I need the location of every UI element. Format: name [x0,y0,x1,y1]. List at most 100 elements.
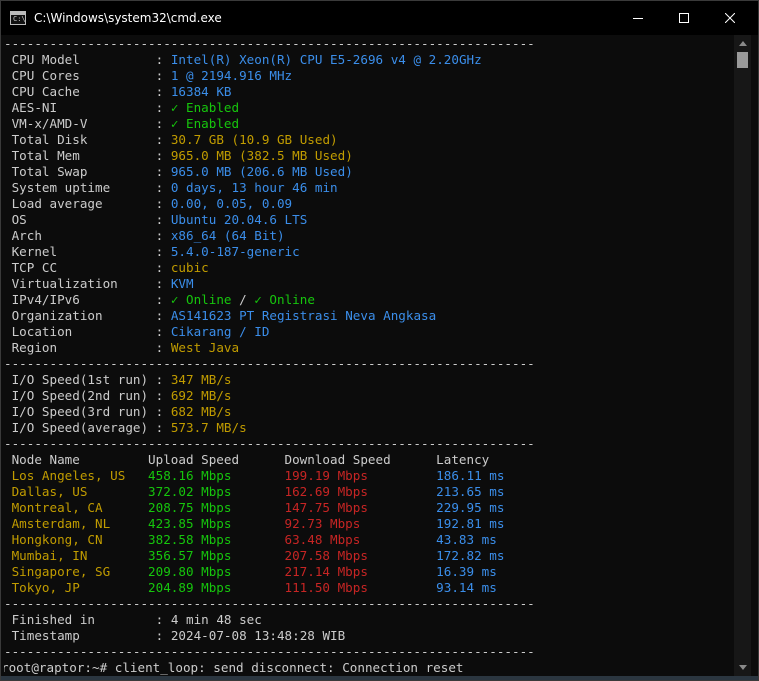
io-label: I/O Speed(1st run) [4,372,156,387]
field-colon: : [155,84,171,99]
shell-prompt: root@raptor:~# [4,660,115,675]
field-separator: / [231,292,255,307]
minimize-button[interactable] [615,1,661,35]
field-value: Cikarang / ID [170,324,270,339]
field-label: AES-NI [4,100,156,115]
upload-speed: 423.85 Mbps [148,516,232,531]
maximize-button[interactable] [661,1,707,35]
sysinfo-row: TCP CC : cubic [4,260,209,276]
header-latency: Latency [436,452,490,467]
io-value: 347 MB/s [170,372,232,387]
cmd-app-icon[interactable]: C:\ [10,11,26,25]
field-value: 965.0 MB (382.5 MB Used) [170,148,353,163]
header-node-name: Node Name [4,452,80,467]
latency: 172.82 ms [436,548,505,563]
sysinfo-row: IPv4/IPv6 : ✓ Online / ✓ Online [4,292,315,308]
title-bar[interactable]: C:\ C:\Windows\system32\cmd.exe [1,1,758,35]
speedtest-row: Singapore, SG 209.80 Mbps 217.14 Mbps 16.39… [4,564,497,580]
field-colon: : [155,148,171,163]
field-label: Organization [4,308,156,323]
footer-value: 2024-07-08 13:48:28 WIB [170,628,346,643]
field-value: 30.7 GB (10.9 GB Used) [170,132,338,147]
latency: 186.11 ms [436,468,505,483]
vertical-scrollbar[interactable] [734,35,751,676]
sysinfo-row: Total Mem : 965.0 MB (382.5 MB Used) [4,148,353,164]
sysinfo-row: Total Disk : 30.7 GB (10.9 GB Used) [4,132,338,148]
node-name: Dallas, US [4,484,88,499]
speedtest-header-row: Node Name Upload Speed Download Speed Laten… [4,452,490,468]
terminal-output[interactable]: ----------------------------------------… [4,35,734,676]
field-label: Total Disk [4,132,156,147]
field-label: Location [4,324,156,339]
field-value: x86_64 (64 Bit) [170,228,285,243]
header-upload-speed: Upload Speed [148,452,240,467]
sysinfo-row: Total Swap : 965.0 MB (206.6 MB Used) [4,164,353,180]
footer-colon: : [155,628,171,643]
field-value: ✓ Enabled [170,116,240,131]
taskbar-edge [1,676,758,680]
scroll-down-button[interactable] [734,659,751,676]
field-colon: : [155,212,171,227]
download-speed: 111.50 Mbps [284,580,368,595]
latency: 229.95 ms [436,500,505,515]
field-value: 5.4.0-187-generic [170,244,300,259]
footer-label: Timestamp [4,628,156,643]
field-label: IPv4/IPv6 [4,292,156,307]
field-label: Arch [4,228,156,243]
speedtest-row: Tokyo, JP 204.89 Mbps 111.50 Mbps 93.14 ms [4,580,497,596]
field-colon: : [155,340,171,355]
latency: 213.65 ms [436,484,505,499]
footer-colon: : [155,612,171,627]
io-value: 682 MB/s [170,404,232,419]
field-label: System uptime [4,180,156,195]
field-colon: : [155,116,171,131]
field-value: ✓ Enabled [170,100,240,115]
maximize-icon [679,13,689,23]
field-label: VM-x/AMD-V [4,116,156,131]
latency: 43.83 ms [436,532,497,547]
sysinfo-row: Virtualization : KVM [4,276,194,292]
scroll-up-button[interactable] [734,35,751,52]
node-name: Montreal, CA [4,500,103,515]
window-title: C:\Windows\system32\cmd.exe [34,11,222,25]
node-name: Tokyo, JP [4,580,80,595]
sysinfo-row: Arch : x86_64 (64 Bit) [4,228,285,244]
field-colon: : [155,308,171,323]
field-colon: : [155,100,171,115]
download-speed: 217.14 Mbps [284,564,368,579]
separator-text: ----------------------------------------… [4,356,535,371]
footer-row: Finished in : 4 min 48 sec [4,612,262,628]
field-label: Virtualization [4,276,156,291]
close-icon [725,13,735,23]
field-colon: : [155,244,171,259]
io-speed-row: I/O Speed(1st run) : 347 MB/s [4,372,232,388]
field-label: TCP CC [4,260,156,275]
io-value: 692 MB/s [170,388,232,403]
sysinfo-row: Kernel : 5.4.0-187-generic [4,244,300,260]
sysinfo-row: System uptime : 0 days, 13 hour 46 min [4,180,338,196]
field-colon: : [155,196,171,211]
field-label: OS [4,212,156,227]
latency: 16.39 ms [436,564,497,579]
io-colon: : [155,404,171,419]
speedtest-row: Mumbai, IN 356.57 Mbps 207.58 Mbps 172.82 m… [4,548,505,564]
field-colon: : [155,52,171,67]
speedtest-row: Los Angeles, US 458.16 Mbps 199.19 Mbps 186… [4,468,505,484]
latency: 192.81 ms [436,516,505,531]
prompt-line: root@raptor:~# client_loop: send disconn… [4,660,464,676]
field-colon: : [155,68,171,83]
separator-text: ----------------------------------------… [4,436,535,451]
node-name: Singapore, SG [4,564,111,579]
sysinfo-row: CPU Model : Intel(R) Xeon(R) CPU E5-2696… [4,52,482,68]
field-value: ✓ Online [170,292,232,307]
field-colon: : [155,276,171,291]
field-value: cubic [170,260,209,275]
field-label: Region [4,340,156,355]
close-button[interactable] [707,1,753,35]
io-label: I/O Speed(3rd run) [4,404,156,419]
download-speed: 63.48 Mbps [284,532,361,547]
speedtest-row: Montreal, CA 208.75 Mbps 147.75 Mbps 229.95… [4,500,505,516]
scrollbar-thumb[interactable] [737,52,748,68]
node-name: Mumbai, IN [4,548,88,563]
minimize-icon [633,18,643,19]
